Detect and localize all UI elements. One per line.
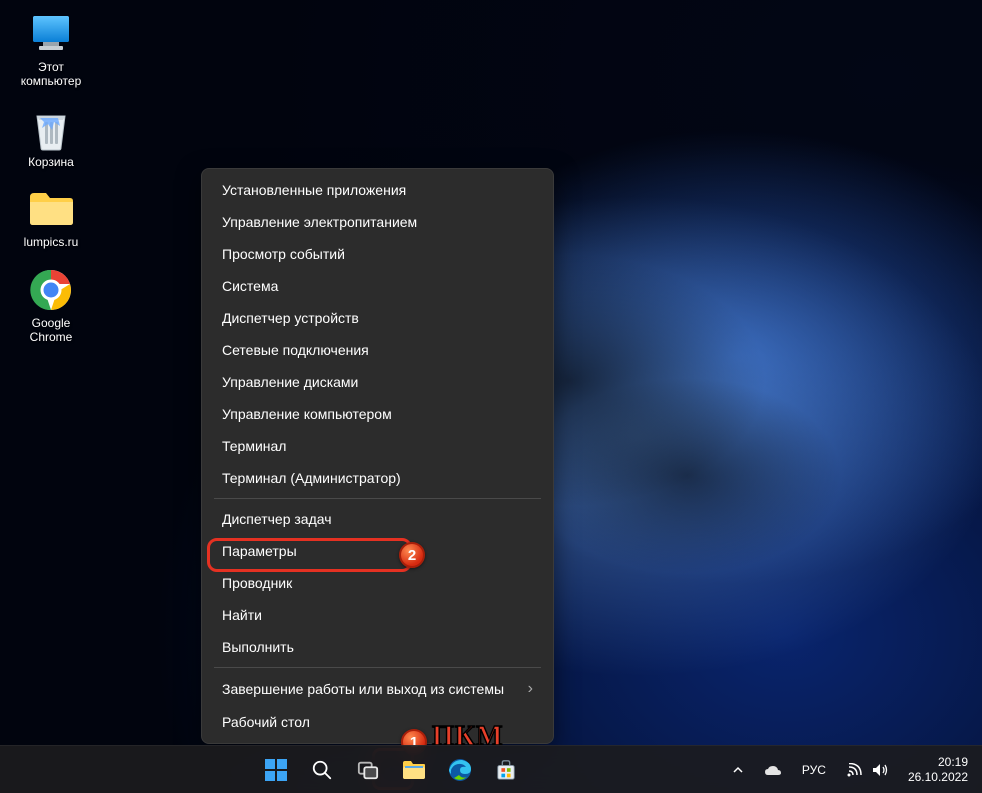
language-indicator: РУС	[802, 763, 826, 777]
tray-clock[interactable]: 20:19 26.10.2022	[902, 755, 974, 785]
context-menu-item[interactable]: Выполнить	[202, 631, 553, 663]
edge-icon	[448, 758, 472, 782]
desktop-icon-label: GoogleChrome	[30, 316, 73, 345]
desktop-area[interactable]: Этоткомпьютер Корзина lumpics.ru	[10, 10, 92, 360]
desktop-icon-label: Корзина	[28, 155, 74, 169]
folder-icon	[402, 759, 426, 781]
store-icon	[495, 759, 517, 781]
context-menu-item[interactable]: Управление дисками	[202, 366, 553, 398]
context-menu-separator	[214, 498, 541, 499]
search-button[interactable]	[302, 750, 342, 790]
clock-time: 20:19	[908, 755, 968, 770]
context-menu-item[interactable]: Терминал (Администратор)	[202, 462, 553, 494]
chevron-up-icon	[732, 764, 744, 776]
context-menu-item[interactable]: Завершение работы или выход из системы	[202, 672, 553, 706]
windows-icon	[264, 758, 288, 782]
tray-language[interactable]: РУС	[796, 763, 832, 777]
store-button[interactable]	[486, 750, 526, 790]
task-view-icon	[357, 759, 379, 781]
context-menu-item[interactable]: Просмотр событий	[202, 238, 553, 270]
cloud-icon	[764, 764, 782, 776]
edge-button[interactable]	[440, 750, 480, 790]
tray-overflow[interactable]	[726, 764, 750, 776]
context-menu-item[interactable]: Система	[202, 270, 553, 302]
context-menu-item[interactable]: Рабочий стол	[202, 706, 553, 738]
folder-icon	[27, 185, 75, 233]
file-explorer-button[interactable]	[394, 750, 434, 790]
desktop-icon-chrome[interactable]: GoogleChrome	[10, 266, 92, 345]
taskbar-center	[256, 750, 526, 790]
desktop-icon-label: Этоткомпьютер	[21, 60, 82, 89]
context-menu-item[interactable]: Управление электропитанием	[202, 206, 553, 238]
context-menu-item[interactable]: Установленные приложения	[202, 174, 553, 206]
tray-network-sound-battery[interactable]	[840, 763, 894, 777]
context-menu-item[interactable]: Управление компьютером	[202, 398, 553, 430]
task-view-button[interactable]	[348, 750, 388, 790]
context-menu-item[interactable]: Проводник	[202, 567, 553, 599]
network-icon	[846, 763, 862, 777]
context-menu-item[interactable]: Диспетчер устройств	[202, 302, 553, 334]
desktop-icon-lumpics-folder[interactable]: lumpics.ru	[10, 185, 92, 249]
context-menu-item[interactable]: Диспетчер задач	[202, 503, 553, 535]
trash-icon	[27, 105, 75, 153]
desktop-icon-recycle-bin[interactable]: Корзина	[10, 105, 92, 169]
volume-icon	[872, 763, 888, 777]
context-menu-item[interactable]: Найти	[202, 599, 553, 631]
context-menu-item[interactable]: Терминал	[202, 430, 553, 462]
winx-context-menu: Установленные приложенияУправление элект…	[201, 168, 554, 744]
monitor-icon	[27, 10, 75, 58]
clock-date: 26.10.2022	[908, 770, 968, 785]
start-button[interactable]	[256, 750, 296, 790]
context-menu-separator	[214, 667, 541, 668]
tray-onedrive[interactable]	[758, 764, 788, 776]
context-menu-item[interactable]: Параметры	[202, 535, 553, 567]
context-menu-item[interactable]: Сетевые подключения	[202, 334, 553, 366]
chrome-icon	[27, 266, 75, 314]
desktop-icon-label: lumpics.ru	[24, 235, 79, 249]
taskbar: РУС 20:19 26.10.2022	[0, 745, 982, 793]
taskbar-right: РУС 20:19 26.10.2022	[726, 746, 974, 793]
search-icon	[311, 759, 333, 781]
desktop-icon-this-pc[interactable]: Этоткомпьютер	[10, 10, 92, 89]
